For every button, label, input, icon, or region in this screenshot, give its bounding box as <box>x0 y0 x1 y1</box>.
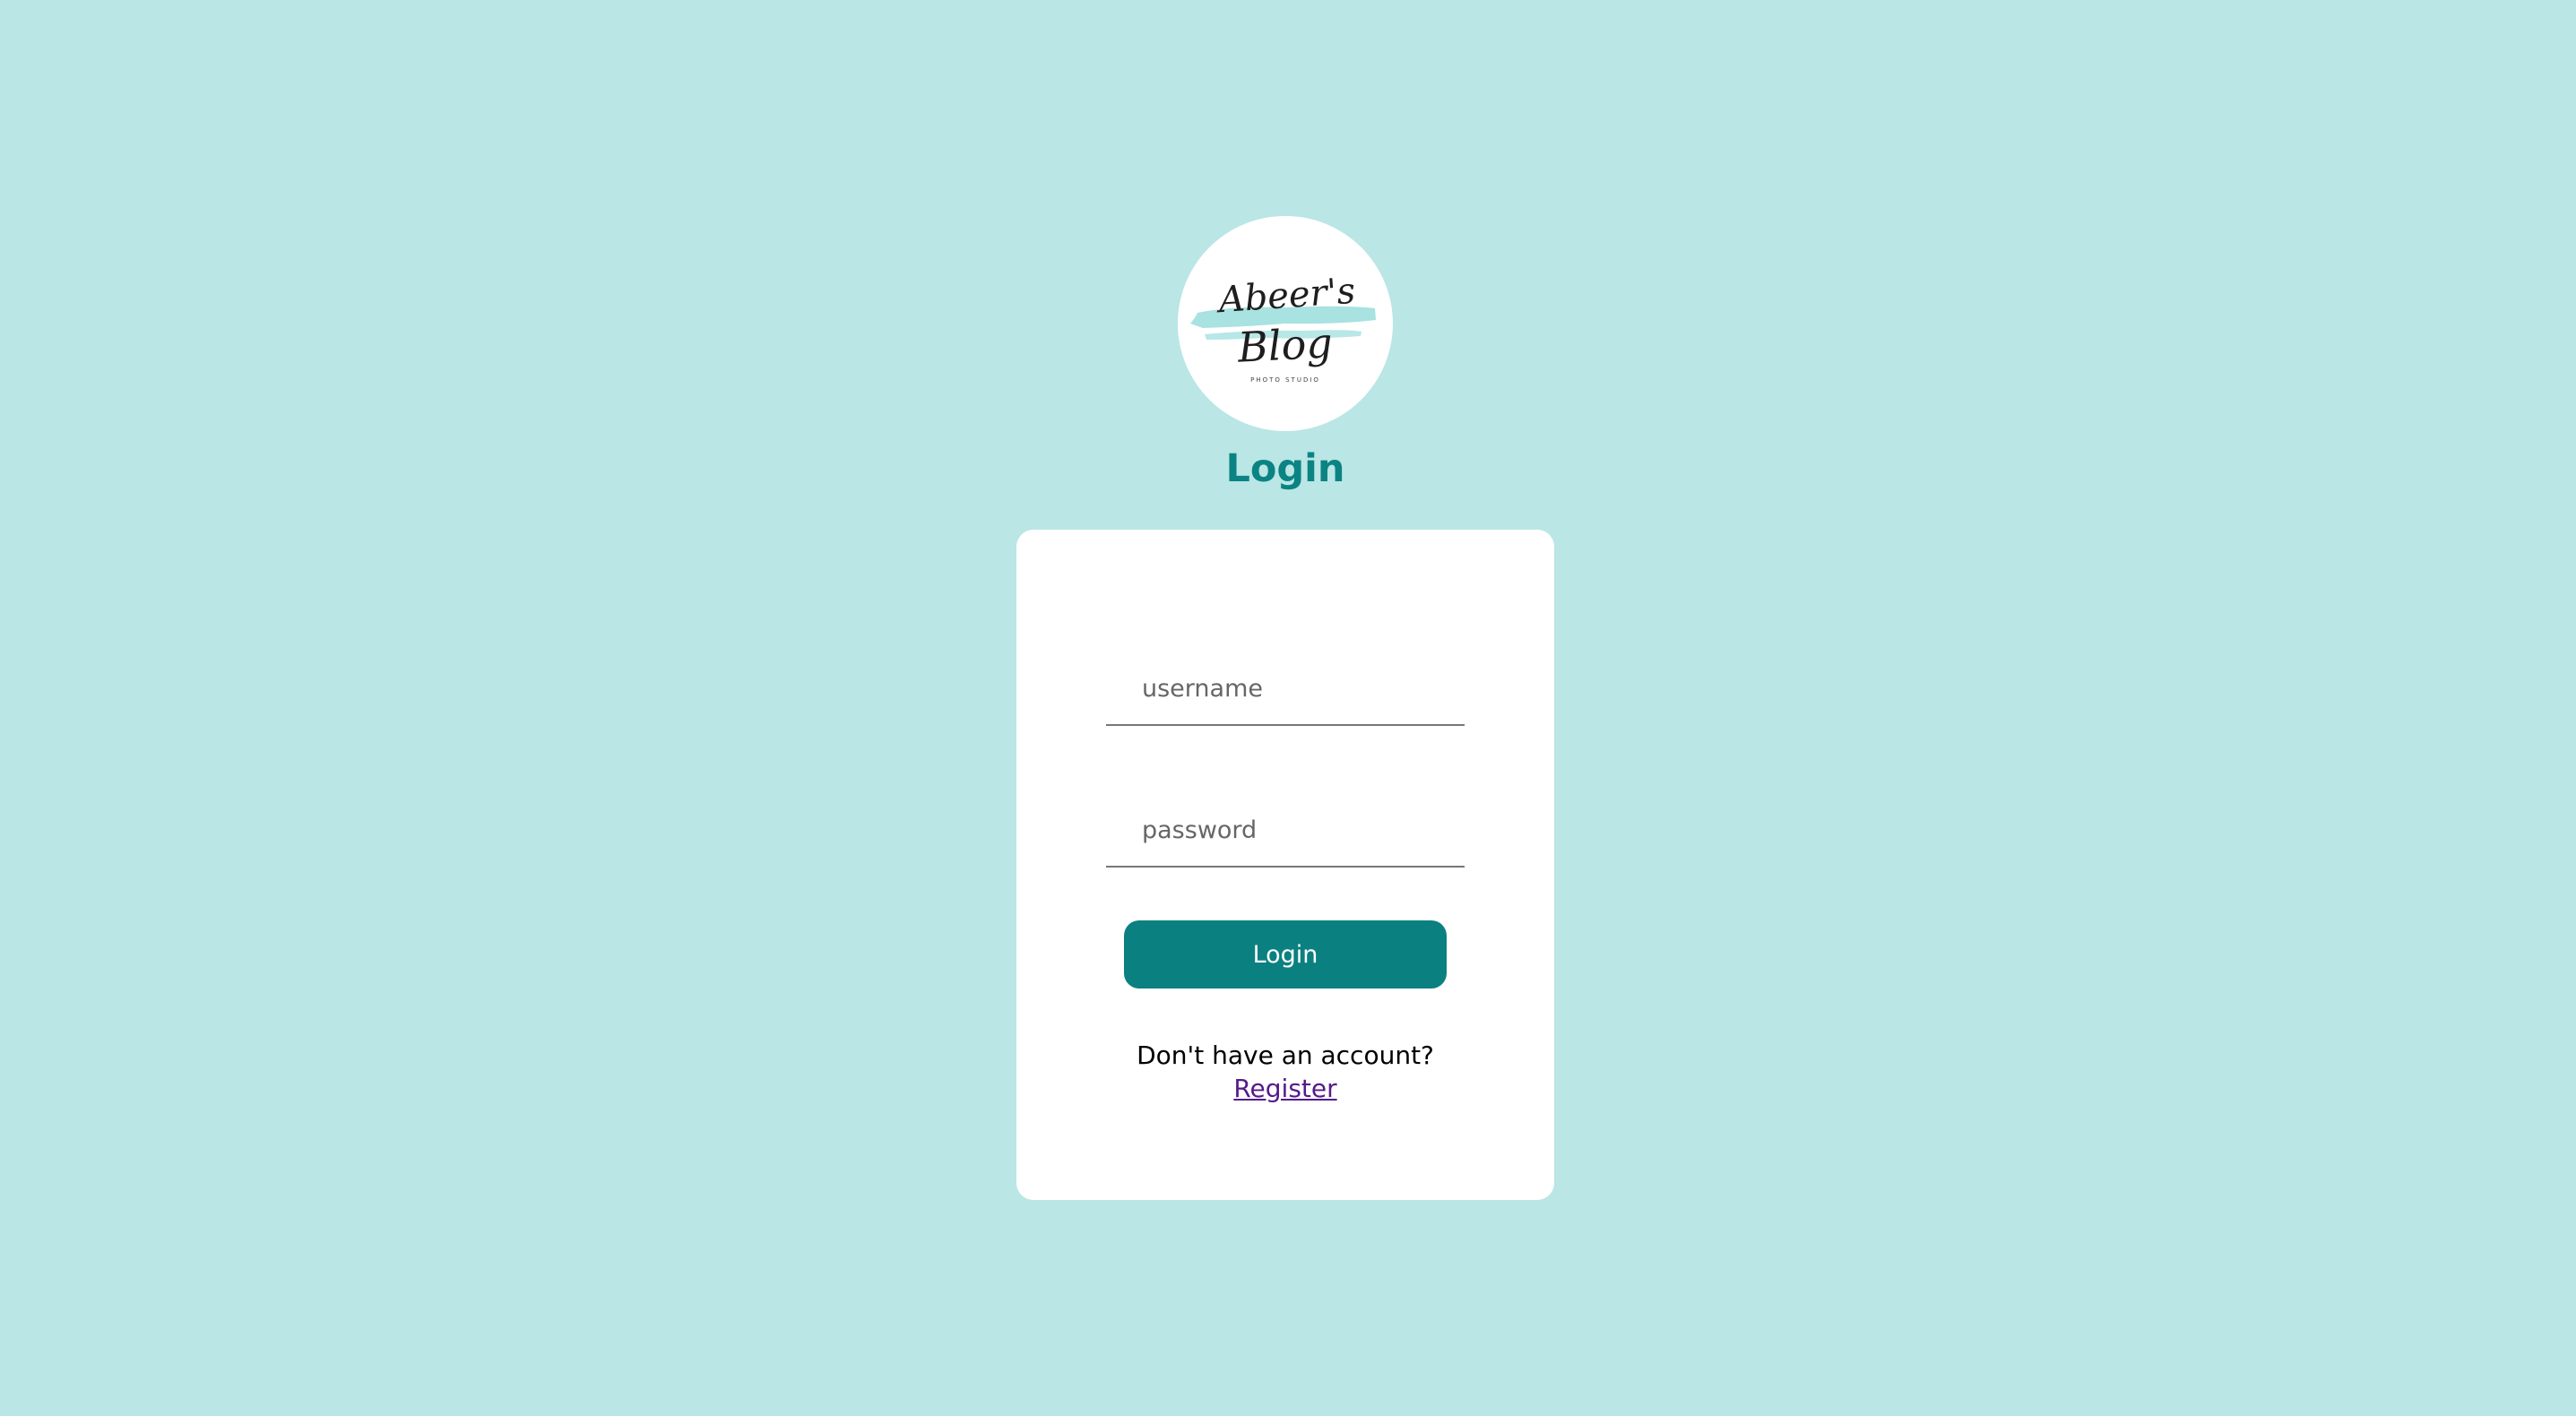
login-page: Abeer's Blog PHOTO STUDIO Login Login Do… <box>0 0 2576 1416</box>
page-title: Login <box>1225 446 1345 491</box>
register-link[interactable]: Register <box>1233 1074 1336 1103</box>
logo-artwork: Abeer's Blog PHOTO STUDIO <box>1190 271 1376 384</box>
blog-logo: Abeer's Blog PHOTO STUDIO <box>1178 216 1393 431</box>
login-button[interactable]: Login <box>1124 920 1447 989</box>
password-field <box>1106 794 1465 868</box>
password-input[interactable] <box>1106 794 1465 866</box>
username-input[interactable] <box>1106 652 1465 724</box>
username-field <box>1106 652 1465 726</box>
register-link-container: Register <box>1016 1072 1554 1106</box>
svg-text:PHOTO STUDIO: PHOTO STUDIO <box>1250 376 1320 384</box>
login-card: Login Don't have an account? Register <box>1016 530 1554 1200</box>
no-account-prompt: Don't have an account? <box>1137 1040 1434 1070</box>
svg-text:Blog: Blog <box>1236 318 1334 372</box>
